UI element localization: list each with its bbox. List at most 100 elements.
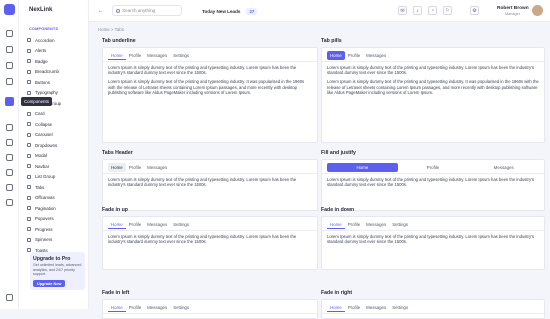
fadeup-content: Lorem Ipsum is simply dummy text of the … <box>108 234 312 248</box>
home-icon[interactable] <box>6 30 13 37</box>
tab-messages[interactable]: Messages <box>144 303 170 312</box>
sidebar-item-label: Popovers <box>35 216 54 221</box>
sidebar-item-carousel[interactable]: Carousel <box>27 131 53 139</box>
tab-home[interactable]: Home <box>108 303 126 312</box>
sidebar-item-collapse[interactable]: Collapse <box>27 120 52 128</box>
chart-icon[interactable] <box>6 154 13 161</box>
tab-messages[interactable]: Messages <box>363 220 389 229</box>
lock-icon[interactable] <box>6 199 13 206</box>
fadeleft-divider <box>103 313 317 314</box>
fadeup-divider <box>103 230 317 231</box>
tab-home[interactable]: Home <box>108 163 126 172</box>
header-content: Lorem Ipsum is simply dummy text of the … <box>108 177 312 191</box>
forms-icon[interactable] <box>6 124 13 131</box>
sidebar-item-card[interactable]: Card <box>27 110 45 118</box>
sidebar-item-label: Carousel <box>35 132 53 137</box>
tab-messages[interactable]: Messages <box>144 163 170 172</box>
logout-icon[interactable] <box>6 294 13 301</box>
tab-profile[interactable]: Profile <box>126 303 144 312</box>
sidebar-item-alerts[interactable]: Alerts <box>27 47 46 55</box>
tab-profile[interactable]: Profile <box>345 51 363 60</box>
tab-profile[interactable]: Profile <box>126 51 144 60</box>
tab-profile[interactable]: Profile <box>345 303 363 312</box>
tab-profile[interactable]: Profile <box>126 163 144 172</box>
tab-home[interactable]: Home <box>108 51 126 60</box>
paragraph: Lorem Ipsum is simply dummy text of the … <box>108 65 297 76</box>
sidebar-item-list-group[interactable]: List Group <box>27 173 55 181</box>
app-logo-icon <box>4 4 15 15</box>
calendar-icon[interactable] <box>6 169 13 176</box>
faderight-title: Fade in right <box>321 290 353 296</box>
tab-messages[interactable]: Messages <box>144 220 170 229</box>
sidebar-item-icon <box>27 38 31 42</box>
settings-icon[interactable]: ⚙ <box>470 6 479 15</box>
tab-profile[interactable]: Profile <box>126 220 144 229</box>
sidebar-item-navbar[interactable]: Navbar <box>27 162 49 170</box>
icon-rail <box>0 0 19 309</box>
tab-settings[interactable]: Settings <box>389 220 411 229</box>
table-icon[interactable] <box>6 139 13 146</box>
tab-settings[interactable]: Settings <box>170 51 192 60</box>
sidebar-item-icon <box>27 237 31 242</box>
tab-profile[interactable]: Profile <box>398 163 469 172</box>
sidebar-item-dropdowns[interactable]: Dropdowns <box>27 141 57 149</box>
apps-icon[interactable] <box>6 46 13 53</box>
sidebar-item-popovers[interactable]: Popovers <box>27 215 54 223</box>
upgrade-button[interactable]: Upgrade Now <box>33 280 66 287</box>
tab-messages[interactable]: Messages <box>468 163 539 172</box>
sidebar-item-progress[interactable]: Progress <box>27 225 53 233</box>
tab-home[interactable]: Home <box>327 51 345 60</box>
header-title: Tabs Header <box>102 150 133 156</box>
sidebar-item-typography[interactable]: Typography <box>27 89 58 97</box>
components-icon[interactable] <box>4 96 15 107</box>
sidebar-item-icon <box>27 248 31 252</box>
tab-messages[interactable]: Messages <box>363 303 389 312</box>
tab-home[interactable]: Home <box>327 163 398 172</box>
sidebar-item-accordion[interactable]: Accordion <box>27 36 55 44</box>
sidebar-item-tabs[interactable]: Tabs <box>27 183 44 191</box>
tab-settings[interactable]: Settings <box>170 220 192 229</box>
sidebar-section-title: COMPONENTS <box>29 27 59 31</box>
tab-home[interactable]: Home <box>327 303 345 312</box>
paragraph: Lorem Ipsum is simply dummy text of the … <box>108 177 297 188</box>
sidebar-item-label: List Group <box>35 174 56 179</box>
paragraph: Lorem Ipsum is simply dummy text of the … <box>327 79 539 95</box>
tab-home[interactable]: Home <box>327 220 345 229</box>
sidebar-item-label: Accordion <box>35 37 55 43</box>
sidebar-item-icon <box>27 122 31 126</box>
tab-messages[interactable]: Messages <box>363 51 389 60</box>
sidebar-item-modal[interactable]: Modal <box>27 152 47 160</box>
user-icon[interactable] <box>6 184 13 191</box>
notification-icon[interactable]: ◔ <box>428 6 437 15</box>
tab-settings[interactable]: Settings <box>170 303 192 312</box>
layout-icon[interactable] <box>6 62 13 69</box>
sidebar-item-buttons[interactable]: Buttons <box>27 78 50 86</box>
upgrade-title: Upgrade to Pro <box>33 256 71 262</box>
bell-icon[interactable]: ♪ <box>413 6 422 15</box>
breadcrumb: Home > Tabs <box>98 27 124 32</box>
tab-home[interactable]: Home <box>108 220 126 229</box>
sidebar-item-pagination[interactable]: Pagination <box>27 204 56 212</box>
search-input[interactable]: Search anything <box>112 5 182 16</box>
sidebar-item-badge[interactable]: Badge <box>27 57 48 65</box>
sidebar-item-offcanvas[interactable]: Offcanvas <box>27 194 55 202</box>
tab-profile[interactable]: Profile <box>345 220 363 229</box>
language-icon[interactable]: ⚐ <box>443 6 452 15</box>
mail-icon[interactable]: ✉ <box>398 6 407 15</box>
sidebar-item-breadcrumb[interactable]: Breadcrumb <box>27 68 59 76</box>
layers-icon[interactable] <box>6 78 13 85</box>
sidebar-item-label: Badge <box>35 58 48 64</box>
sidebar-item-icon <box>27 90 31 95</box>
faderight-tabs: Home Profile Messages Settings <box>327 303 411 312</box>
back-arrow-icon[interactable]: ← <box>98 8 104 14</box>
tab-settings[interactable]: Settings <box>389 303 411 312</box>
sidebar-item-label: Modal <box>35 153 47 158</box>
search-icon <box>116 8 120 13</box>
paragraph: Lorem Ipsum is simply dummy text of the … <box>108 234 297 245</box>
faderight-divider <box>322 313 544 314</box>
tab-messages[interactable]: Messages <box>144 51 170 60</box>
header-divider <box>103 173 317 174</box>
avatar[interactable] <box>532 5 543 16</box>
sidebar-item-spinners[interactable]: Spinners <box>27 236 52 244</box>
sidebar-item-icon <box>27 206 31 210</box>
